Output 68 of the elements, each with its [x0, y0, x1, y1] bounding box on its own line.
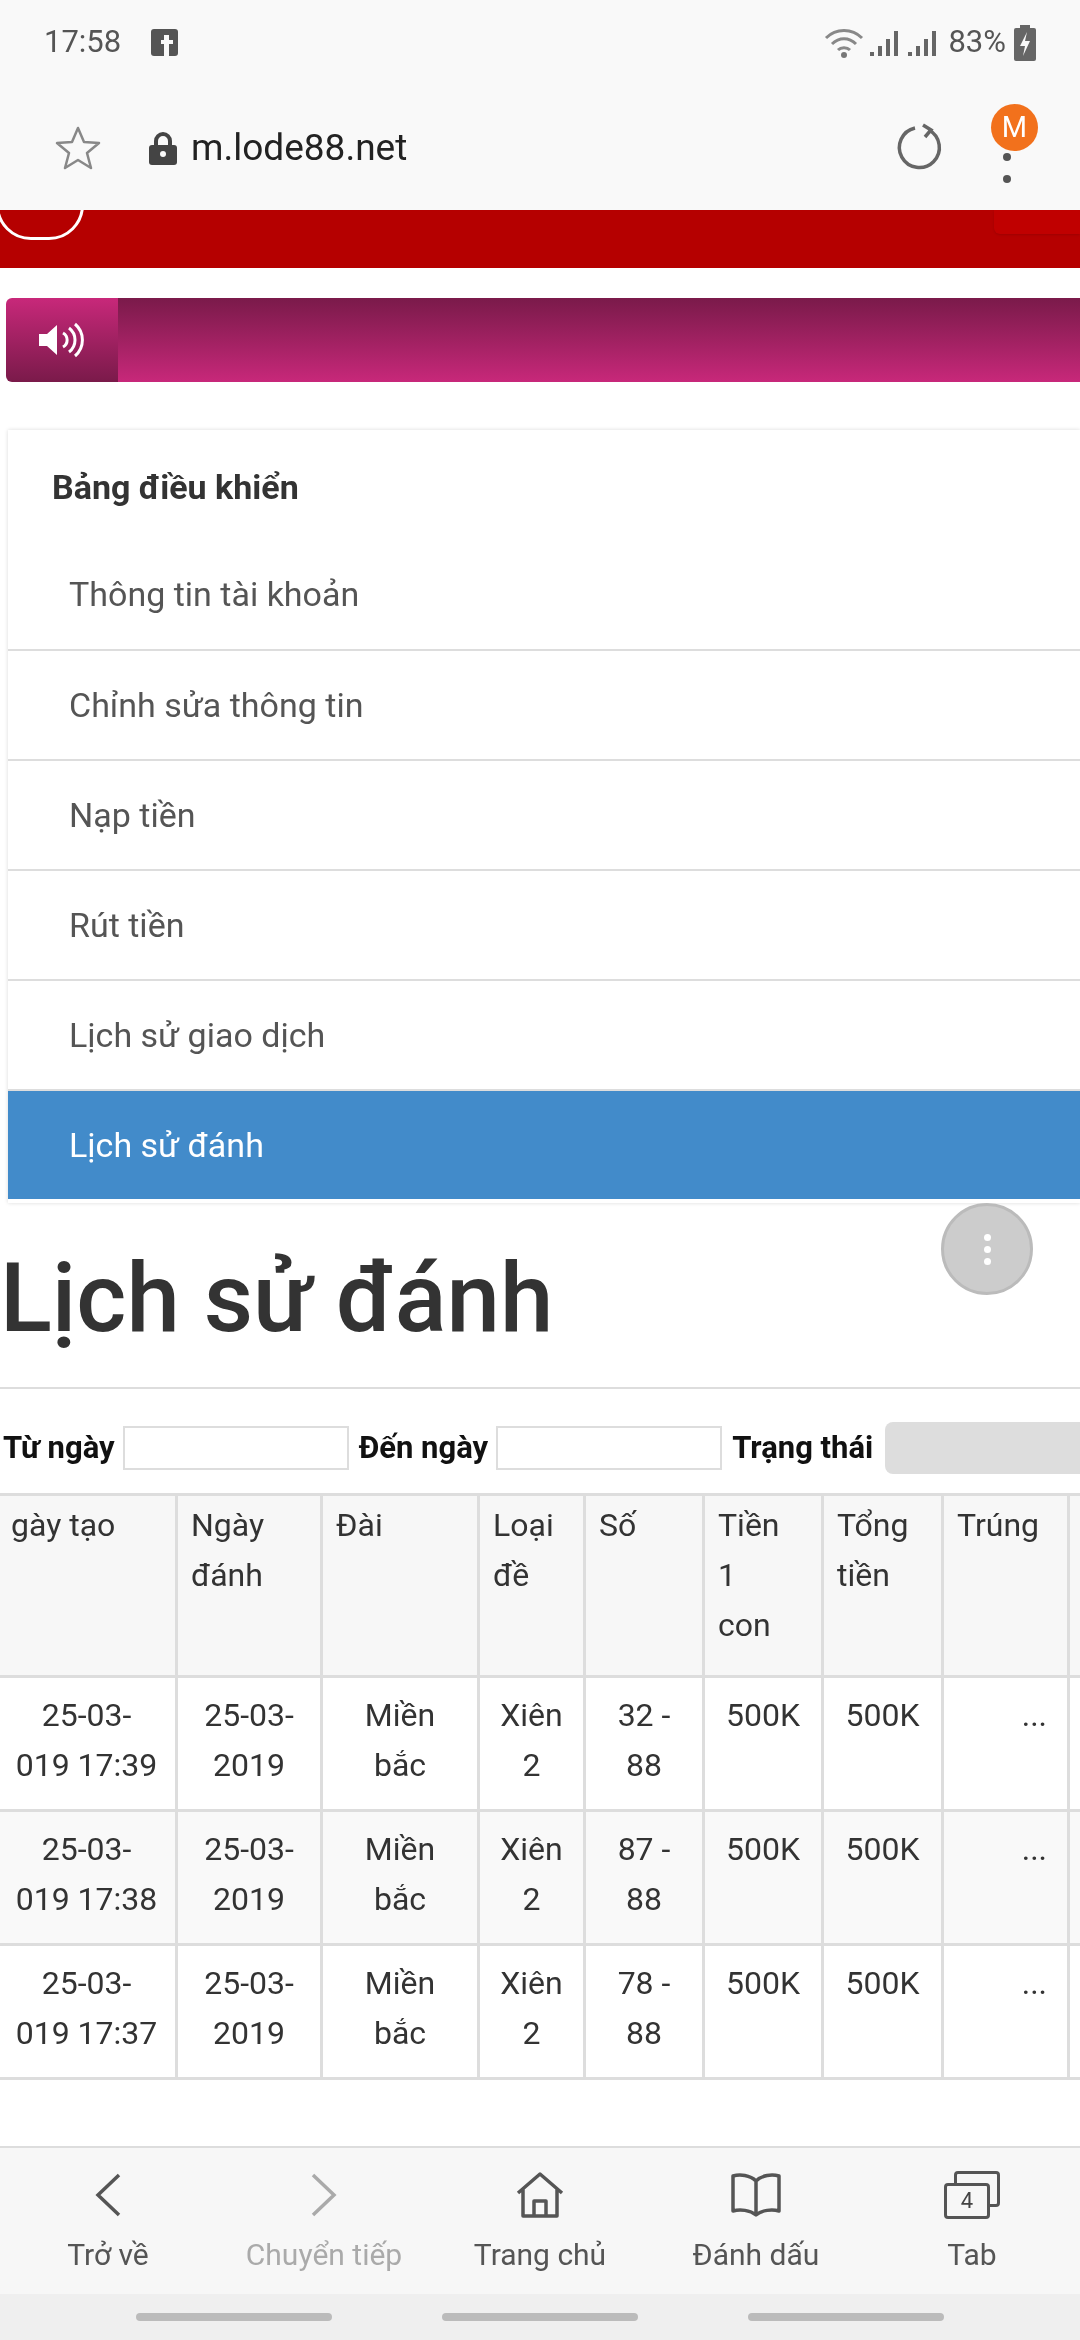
- table-cell-text: 25-03- 019 17:37: [15, 1963, 158, 2054]
- speaker-icon: [37, 322, 87, 358]
- menu-item[interactable]: Chỉnh sửa thông tin: [8, 649, 1080, 759]
- gesture-handle[interactable]: [442, 2313, 638, 2321]
- nav-button[interactable]: Trang chủ: [432, 2148, 648, 2294]
- menu-item[interactable]: Thông tin tài khoản: [8, 539, 1080, 649]
- gesture-handle[interactable]: [748, 2313, 944, 2321]
- menu-icon[interactable]: [1003, 152, 1011, 183]
- from-date-label: Từ ngày: [3, 1427, 115, 1468]
- table-cell-text: 25-03- 2019: [204, 1829, 294, 1920]
- column-header: Tổng tiền: [824, 1496, 944, 1675]
- to-date-label: Đến ngày: [358, 1427, 489, 1468]
- column-header: Trúng: [944, 1496, 1070, 1675]
- gesture-handle[interactable]: [136, 2313, 332, 2321]
- column-header: Loại đề: [480, 1496, 586, 1675]
- table-cell-text: 87 - 88: [617, 1829, 671, 1920]
- status-select[interactable]: [885, 1422, 1080, 1474]
- star-icon[interactable]: [55, 125, 101, 170]
- facebook-icon: [151, 29, 179, 56]
- column-header: Tiền 1 con: [705, 1496, 824, 1675]
- battery-percent: 83%: [948, 22, 1006, 63]
- table-cell-text: 25-03- 019 17:38: [15, 1829, 158, 1920]
- table-cell-text: 500K: [845, 1829, 920, 1870]
- table-cell-text: 25-03- 019 17:39: [15, 1695, 158, 1786]
- table-cell-text: Xiên 2: [500, 1695, 563, 1786]
- nav-button[interactable]: 4 Tab: [864, 2148, 1080, 2294]
- table-cell-text: 500K: [726, 1963, 800, 2004]
- forward-icon: [309, 2172, 339, 2218]
- menu-item[interactable]: Lịch sử đánh: [8, 1089, 1080, 1199]
- nav-button[interactable]: Trở về: [0, 2148, 216, 2294]
- profile-badge: M: [991, 104, 1038, 151]
- header-button[interactable]: [994, 210, 1080, 234]
- url-text[interactable]: m.lode88.net: [191, 119, 408, 176]
- status-label: Trạng thái: [732, 1427, 874, 1468]
- column-header: gày tạo: [0, 1496, 178, 1675]
- tab-count: 4: [960, 2190, 974, 2212]
- table-cell-text: Miền bắc: [364, 1963, 436, 2054]
- table-cell-text: 25-03- 2019: [204, 1963, 294, 2054]
- table-cell-text: 500K: [845, 1695, 920, 1736]
- back-icon: [93, 2172, 123, 2218]
- table-cell-text: 25-03- 2019: [204, 1695, 294, 1786]
- column-header: Đài: [323, 1496, 480, 1675]
- table-cell-text: Xiên 2: [500, 1829, 563, 1920]
- table-cell-text: ...: [1021, 1963, 1047, 2004]
- table-cell-text: 500K: [845, 1963, 920, 2004]
- table-cell-text: Miền bắc: [364, 1829, 436, 1920]
- table-cell-text: Xiên 2: [500, 1963, 563, 2054]
- table-cell-text: 32 - 88: [617, 1695, 671, 1786]
- table-cell-text: 78 - 88: [617, 1963, 671, 2054]
- home-icon: [515, 2171, 565, 2219]
- menu-title: Bảng điều khiển: [51, 466, 300, 509]
- status-time: 17:58: [44, 22, 122, 63]
- lock-icon: [149, 130, 177, 165]
- table-cell-text: ...: [1021, 1829, 1047, 1870]
- menu-item[interactable]: Nạp tiền: [8, 759, 1080, 869]
- battery-charging-icon: [1014, 24, 1036, 61]
- table-cell-text: Miền bắc: [364, 1695, 436, 1786]
- table-cell-text: ...: [1021, 1695, 1047, 1736]
- table-cell-text: 500K: [726, 1695, 800, 1736]
- book-icon: [730, 2171, 782, 2219]
- nav-button[interactable]: Đánh dấu: [648, 2148, 864, 2294]
- menu-item[interactable]: Rút tiền: [8, 869, 1080, 979]
- column-header: Số: [586, 1496, 705, 1675]
- column-header: Ngày đánh: [178, 1496, 323, 1675]
- table-cell-text: 500K: [726, 1829, 800, 1870]
- wifi-icon: [824, 27, 865, 58]
- to-date-field[interactable]: [496, 1426, 723, 1470]
- from-date-field[interactable]: [122, 1426, 349, 1470]
